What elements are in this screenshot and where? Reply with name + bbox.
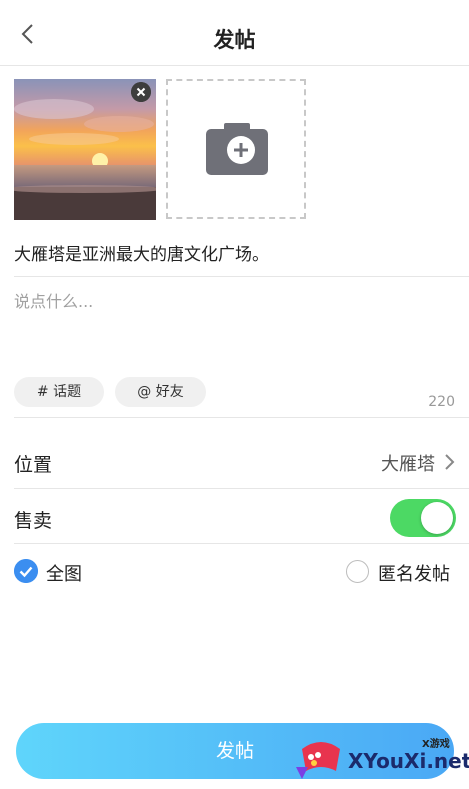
watermark-text: XYouXi.net: [348, 749, 469, 773]
anonymous-label: 匿名发帖: [378, 564, 450, 585]
char-count: 220: [428, 394, 455, 410]
chevron-right-icon[interactable]: [443, 453, 455, 471]
post-caption: 大雁塔是亚洲最大的唐文化广场。: [14, 245, 269, 265]
header-bar: 发帖: [0, 0, 469, 66]
divider: [14, 488, 469, 489]
post-content-input[interactable]: [14, 288, 454, 358]
page-title: 发帖: [213, 28, 256, 52]
close-icon[interactable]: [131, 82, 151, 102]
location-label: 位置: [14, 454, 53, 476]
divider: [14, 543, 469, 544]
watermark-logo-icon: [296, 742, 340, 779]
full-image-checkbox[interactable]: [14, 559, 38, 583]
camera-plus-icon: [206, 123, 268, 175]
mention-friend-button[interactable]: @ 好友: [115, 377, 206, 407]
toggle-knob: [421, 502, 453, 534]
divider: [14, 276, 469, 277]
sell-toggle[interactable]: [390, 499, 456, 537]
topic-button[interactable]: # 话题: [14, 377, 104, 407]
divider: [14, 417, 469, 418]
watermark-small-text: X游戏: [422, 739, 450, 750]
add-photo-button[interactable]: [166, 79, 306, 219]
anonymous-radio[interactable]: [346, 560, 369, 583]
location-value[interactable]: 大雁塔: [381, 450, 435, 476]
full-image-label: 全图: [46, 564, 82, 585]
sell-label: 售卖: [14, 510, 53, 532]
